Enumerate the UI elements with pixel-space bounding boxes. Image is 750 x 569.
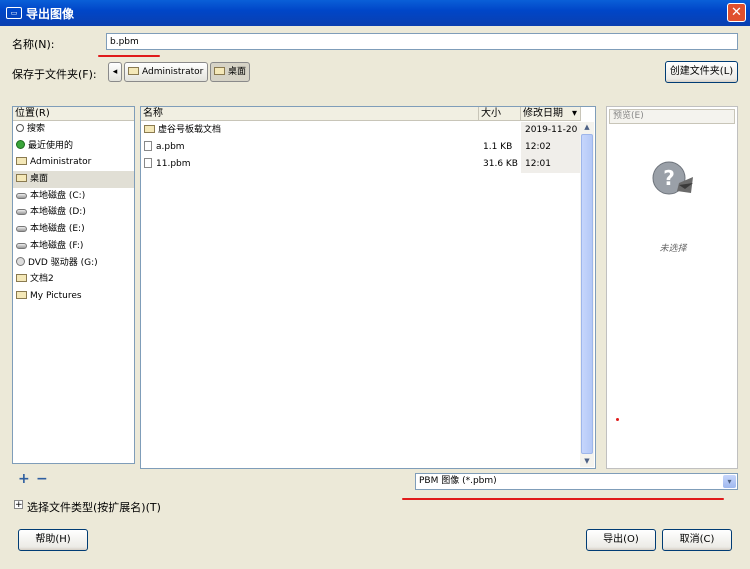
sidebar-item[interactable]: 本地磁盘 (F:) (13, 238, 134, 255)
places-pane: 位置(R) 搜索最近使用的 Administrator 桌面本地磁盘 (C:) 本地磁… (12, 106, 135, 464)
sidebar-item[interactable]: 桌面 (13, 171, 134, 188)
preview-label: 预览(E) (609, 109, 735, 124)
file-row[interactable]: 虚谷号板载文档 2019-11-20 (141, 122, 581, 139)
cancel-button[interactable]: 取消(C) (662, 529, 732, 551)
folder-icon (16, 174, 27, 183)
file-list-scrollbar[interactable]: ▲ ▼ (580, 122, 594, 467)
path-button-administrator[interactable]: Administrator (124, 62, 208, 82)
scrollbar-thumb[interactable] (581, 134, 593, 454)
sidebar-item[interactable]: 搜索 (13, 121, 134, 138)
file-modified: 2019-11-20 (521, 122, 581, 139)
file-row[interactable]: 11.pbm 31.6 KB 12:01 (141, 156, 581, 173)
places-header: 位置(R) (13, 107, 134, 121)
disk-icon (16, 226, 27, 233)
scroll-down-icon[interactable]: ▼ (581, 456, 593, 467)
column-header-modified[interactable]: 修改日期 ▾ (521, 107, 581, 121)
file-name-input[interactable]: b.pbm (106, 33, 738, 50)
sidebar-item-label: My Pictures (30, 290, 82, 301)
sidebar-item[interactable]: My Pictures (13, 288, 134, 305)
file-modified: 12:01 (521, 156, 581, 173)
file-name-cell: 虚谷号板载文档 (144, 122, 221, 139)
title-bar: ▭ 导出图像 ✕ (0, 0, 750, 26)
annotation-dot (616, 418, 619, 421)
sidebar-item[interactable]: 本地磁盘 (C:) (13, 188, 134, 205)
add-bookmark-button[interactable]: + (18, 471, 30, 487)
sidebar-item[interactable]: 最近使用的 (13, 138, 134, 155)
folder-icon (16, 157, 27, 166)
search-icon (16, 124, 24, 132)
sidebar-item-label: 最近使用的 (28, 140, 74, 151)
disk-icon (16, 242, 27, 249)
sidebar-item-label: DVD 驱动器 (G:) (28, 257, 98, 268)
file-icon (144, 158, 152, 168)
path-button-desktop[interactable]: 桌面 (210, 62, 250, 82)
sidebar-item-label: 搜索 (27, 124, 46, 134)
preview-empty-text: 未选择 (659, 244, 687, 254)
folder-icon (214, 67, 225, 75)
file-name: a.pbm (156, 142, 185, 152)
sidebar-item-label: 文档2 (30, 274, 54, 285)
recent-icon (16, 139, 25, 149)
sidebar-item-label: 本地磁盘 (C:) (30, 190, 86, 201)
path-label: 桌面 (228, 67, 247, 77)
sidebar-item-label: 本地磁盘 (F:) (30, 240, 84, 251)
disk-icon (16, 192, 27, 199)
disk-icon (16, 209, 27, 216)
dvd-icon (16, 256, 25, 266)
sidebar-item[interactable]: DVD 驱动器 (G:) (13, 255, 134, 272)
export-button[interactable]: 导出(O) (586, 529, 656, 551)
preview-pane: 预览(E) ? 未选择 (606, 106, 738, 469)
close-button[interactable]: ✕ (727, 3, 746, 22)
file-size: 1.1 KB (483, 142, 513, 152)
file-modified: 12:02 (521, 139, 581, 156)
sidebar-item[interactable]: 本地磁盘 (D:) (13, 204, 134, 221)
window-title: 导出图像 (26, 7, 75, 21)
places-list: 搜索最近使用的 Administrator 桌面本地磁盘 (C:) 本地磁盘 (D:)… (13, 121, 134, 305)
folder-icon (16, 274, 27, 283)
sidebar-item-label: 桌面 (30, 174, 49, 185)
sidebar-item-label: Administrator (30, 157, 92, 168)
path-back-button[interactable]: ◂ (108, 62, 122, 82)
remove-bookmark-button[interactable]: − (36, 471, 48, 487)
file-name-cell: 11.pbm (144, 156, 191, 173)
sidebar-item[interactable]: 文档2 (13, 271, 134, 288)
gimp-mascot-icon: ? (652, 161, 693, 195)
help-button[interactable]: 帮助(H) (18, 529, 88, 551)
create-folder-button[interactable]: 创建文件夹(L) (665, 61, 738, 83)
file-name-cell: a.pbm (144, 139, 185, 156)
file-list-pane: 名称 大小 修改日期 ▾ 虚谷号板载文档 2019-11-20 a.pbm 1.1 K… (140, 106, 596, 469)
file-type-value: PBM 图像 (*.pbm) (419, 476, 497, 486)
file-row[interactable]: a.pbm 1.1 KB 12:02 (141, 139, 581, 156)
annotation-underline-filetype (402, 498, 724, 500)
svg-text:?: ? (663, 166, 675, 190)
column-header-name[interactable]: 名称 (141, 107, 479, 121)
name-label: 名称(N): (12, 38, 55, 51)
scroll-up-icon[interactable]: ▲ (581, 122, 593, 133)
dialog-icon: ▭ (6, 7, 22, 19)
sidebar-item[interactable]: Administrator (13, 154, 134, 171)
sort-arrow-icon: ▾ (571, 108, 577, 119)
column-header-modified-label: 修改日期 (523, 108, 563, 119)
sidebar-item[interactable]: 本地磁盘 (E:) (13, 221, 134, 238)
sidebar-item-label: 本地磁盘 (D:) (30, 207, 86, 218)
folder-icon (144, 125, 155, 133)
chevron-down-icon[interactable]: ▾ (723, 475, 736, 488)
file-name: 虚谷号板载文档 (158, 125, 222, 135)
file-type-select[interactable]: PBM 图像 (*.pbm) ▾ (415, 473, 738, 490)
sidebar-item-label: 本地磁盘 (E:) (30, 224, 85, 235)
folder-icon (128, 67, 139, 75)
save-in-label: 保存于文件夹(F): (12, 68, 97, 81)
file-name: 11.pbm (156, 159, 191, 169)
folder-icon (16, 290, 27, 299)
file-size: 31.6 KB (483, 159, 518, 169)
file-icon (144, 141, 152, 151)
expander-icon[interactable]: + (14, 500, 23, 510)
path-label: Administrator (142, 67, 204, 77)
column-header-size[interactable]: 大小 (479, 107, 521, 121)
select-file-type-label[interactable]: 选择文件类型(按扩展名)(T) (27, 499, 161, 515)
annotation-underline-name (98, 55, 160, 57)
